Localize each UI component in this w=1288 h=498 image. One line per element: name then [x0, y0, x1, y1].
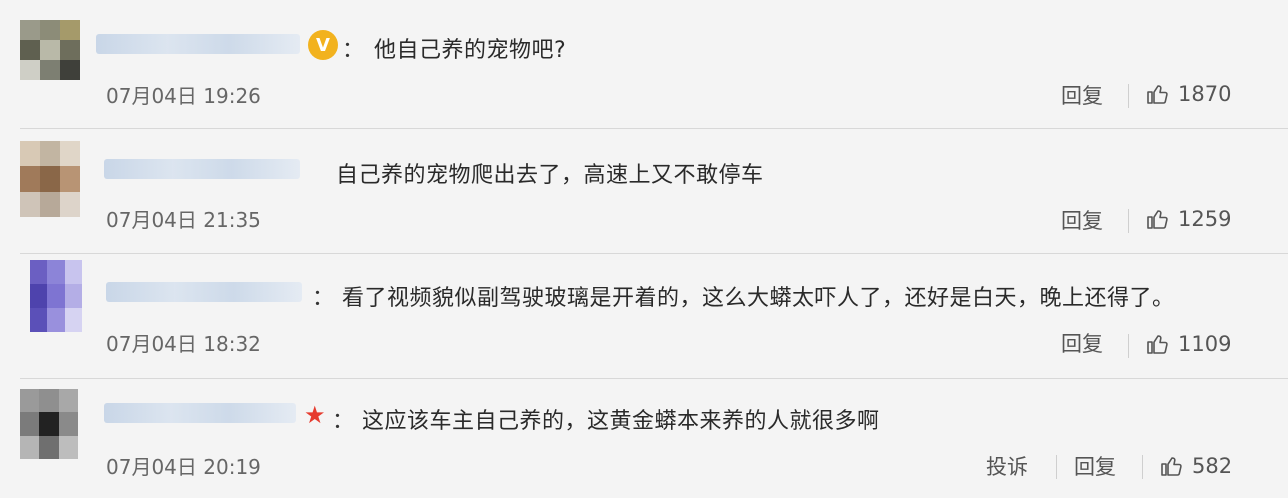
comment-item: ： 看了视频貌似副驾驶玻璃是开着的，这么大蟒太吓人了，还好是白天，晚上还得了。 …: [0, 254, 1288, 378]
reply-button[interactable]: 回复: [1061, 80, 1103, 110]
thumbs-up-icon: [1147, 335, 1168, 354]
comment-text: 他自己养的宠物吧?: [374, 38, 567, 63]
like-count: 582: [1192, 454, 1233, 478]
thumbs-up-icon: [1161, 457, 1182, 476]
report-button[interactable]: 投诉: [986, 451, 1028, 481]
username-blurred[interactable]: [106, 282, 302, 302]
comment-text: 看了视频貌似副驾驶玻璃是开着的，这么大蟒太吓人了，还好是白天，晚上还得了。: [342, 286, 1175, 311]
like-button[interactable]: 1259: [1146, 207, 1231, 231]
comment-time: 07月04日 18:32: [106, 332, 261, 356]
username-blurred[interactable]: [104, 403, 296, 423]
like-button[interactable]: 582: [1160, 454, 1232, 478]
comment-item: V ： 他自己养的宠物吧? 07月04日 19:26 回复 1870: [0, 0, 1288, 128]
divider-vertical: [1128, 334, 1129, 358]
like-button[interactable]: 1109: [1146, 332, 1231, 356]
comment-time: 07月04日 21:35: [106, 208, 261, 232]
divider-vertical: [1128, 209, 1129, 233]
divider-vertical: [1056, 455, 1057, 479]
like-count: 1109: [1178, 332, 1232, 356]
divider-vertical: [1142, 455, 1143, 479]
reply-button[interactable]: 回复: [1061, 328, 1103, 358]
like-button[interactable]: 1870: [1146, 82, 1231, 106]
colon: ：: [312, 286, 335, 311]
avatar[interactable]: [30, 260, 82, 332]
reply-button[interactable]: 回复: [1074, 451, 1116, 481]
comment-time: 07月04日 20:19: [106, 455, 261, 479]
username-blurred[interactable]: [96, 34, 300, 54]
comment-item: 自己养的宠物爬出去了，高速上又不敢停车 07月04日 21:35 回复 1259: [0, 129, 1288, 253]
avatar[interactable]: [20, 389, 78, 459]
comment-item: ★ ： 这应该车主自己养的，这黄金蟒本来养的人就很多啊 07月04日 20:19…: [0, 379, 1288, 498]
avatar[interactable]: [20, 20, 80, 80]
star-icon: ★: [304, 401, 326, 429]
thumbs-up-icon: [1147, 85, 1168, 104]
divider-vertical: [1128, 84, 1129, 108]
reply-button[interactable]: 回复: [1061, 205, 1103, 235]
avatar[interactable]: [20, 141, 80, 217]
like-count: 1870: [1178, 82, 1232, 106]
comment-time: 07月04日 19:26: [106, 84, 261, 108]
thumbs-up-icon: [1147, 210, 1168, 229]
v-icon: V: [308, 30, 338, 60]
like-count: 1259: [1178, 207, 1232, 231]
comment-text: 这应该车主自己养的，这黄金蟒本来养的人就很多啊: [362, 409, 880, 434]
comment-text: 自己养的宠物爬出去了，高速上又不敢停车: [336, 163, 764, 188]
username-blurred[interactable]: [104, 159, 300, 179]
colon: ：: [342, 38, 365, 63]
colon: ：: [332, 409, 355, 434]
